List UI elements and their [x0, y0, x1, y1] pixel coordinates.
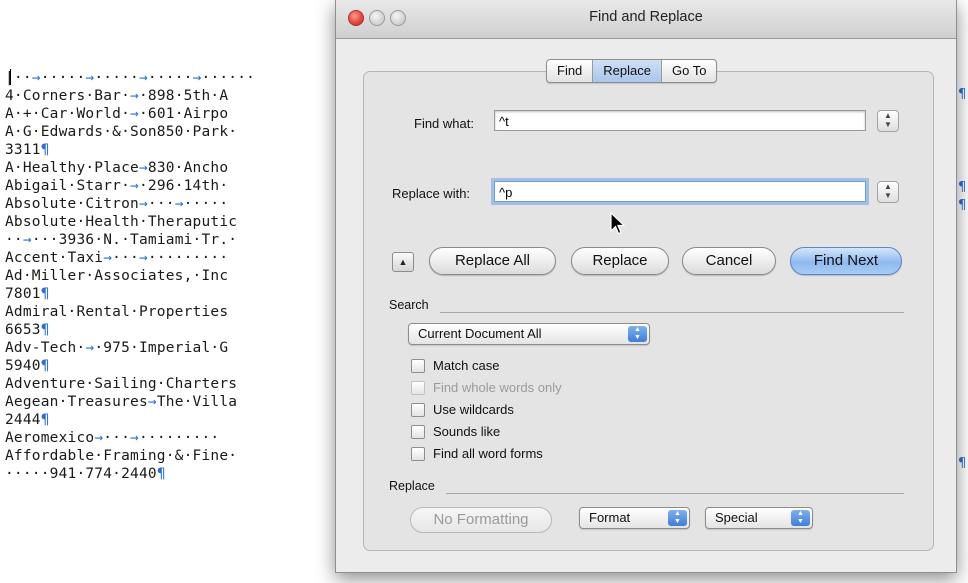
- checkbox-box: [411, 380, 425, 395]
- document-line: Aegean·Treasures→The·Villa: [5, 394, 238, 410]
- document-line: Absolute·Citron→···→·····: [5, 196, 229, 212]
- document-line: Admiral·Rental·Properties: [5, 304, 229, 320]
- whole-words-checkbox: Find whole words only: [411, 380, 562, 395]
- use-wildcards-checkbox[interactable]: Use wildcards: [411, 402, 514, 417]
- find-next-button[interactable]: Find Next: [790, 247, 902, 275]
- document-line: 7801¶: [5, 286, 50, 302]
- sounds-like-checkbox[interactable]: Sounds like: [411, 424, 500, 439]
- document-line: Abigail·Starr·→·296·14th·: [5, 178, 229, 194]
- document-line: Aeromexico→···→·········: [5, 430, 220, 446]
- option-label: Use wildcards: [433, 402, 514, 417]
- document-line: Adv-Tech·→·975·Imperial·G: [5, 340, 229, 356]
- search-scope-popup[interactable]: Current Document All ▲ ▼: [408, 323, 650, 345]
- search-scope-value: Current Document All: [418, 326, 542, 341]
- document-line: A·Healthy·Place→830·Ancho: [5, 160, 229, 176]
- document-line: 3311¶: [5, 142, 50, 158]
- document-line: Absolute·Health·Theraputic: [5, 214, 238, 230]
- special-popup[interactable]: Special ▲ ▼: [705, 507, 813, 529]
- replace-section-label: Replace: [389, 479, 435, 493]
- dialog-title: Find and Replace: [589, 9, 703, 25]
- popup-arrows-icon: ▲ ▼: [668, 510, 687, 526]
- document-line: 4·Corners·Bar·→·898·5th·A: [5, 88, 229, 104]
- document-line: Ad·Miller·Associates,·Inc: [5, 268, 229, 284]
- document-line: ·····941·774·2440¶: [5, 466, 166, 482]
- checkbox-box[interactable]: [411, 358, 425, 373]
- find-what-label: Find what:: [414, 116, 474, 131]
- format-popup[interactable]: Format ▲ ▼: [579, 507, 690, 529]
- document-top-line: |··→·····→·····→·····→······: [5, 70, 256, 86]
- document-line: Affordable·Framing·&·Fine·: [5, 448, 238, 464]
- document-line: ··→···3936·N.·Tamiami·Tr.·: [5, 232, 238, 248]
- document-line: 2444¶: [5, 412, 50, 428]
- document-line: 6653¶: [5, 322, 50, 338]
- replace-with-label: Replace with:: [392, 186, 471, 201]
- format-label: Format: [589, 510, 631, 525]
- tab-replace[interactable]: Replace: [593, 60, 662, 82]
- special-label: Special: [715, 510, 758, 525]
- replace-history-stepper[interactable]: ▲ ▼: [877, 181, 899, 203]
- match-case-checkbox[interactable]: Match case: [411, 358, 499, 373]
- document-line: Accent·Taxi→···→·········: [5, 250, 229, 266]
- document-line: A·G·Edwards·&·Son850·Park·: [5, 124, 238, 140]
- find-what-field[interactable]: ^t: [494, 110, 866, 131]
- tab-bar: Find Replace Go To: [546, 59, 718, 83]
- pilcrow-mark: ¶: [958, 198, 967, 213]
- checkbox-box[interactable]: [411, 424, 425, 439]
- no-formatting-button: No Formatting: [410, 507, 552, 533]
- replace-with-field[interactable]: ^p: [494, 181, 866, 202]
- dialog-panel: [363, 71, 934, 551]
- tab-go-to[interactable]: Go To: [662, 60, 716, 82]
- pilcrow-mark: ¶: [958, 87, 967, 102]
- replace-divider: [446, 493, 904, 494]
- checkbox-box[interactable]: [411, 446, 425, 461]
- replace-button[interactable]: Replace: [571, 247, 669, 275]
- document-line: 5940¶: [5, 358, 50, 374]
- find-history-stepper[interactable]: ▲ ▼: [877, 110, 899, 132]
- replace-all-button[interactable]: Replace All: [429, 247, 556, 275]
- search-divider: [440, 312, 904, 313]
- option-label: Find all word forms: [433, 446, 543, 461]
- popup-arrows-icon: ▲ ▼: [628, 326, 647, 342]
- option-label: Find whole words only: [433, 380, 562, 395]
- word-forms-checkbox[interactable]: Find all word forms: [411, 446, 543, 461]
- title-bar[interactable]: Find and Replace: [336, 0, 956, 39]
- collapse-options-button[interactable]: ▲: [392, 252, 414, 272]
- document-line: A·+·Car·World·→·601·Airpo: [5, 106, 229, 122]
- option-label: Match case: [433, 358, 500, 373]
- cancel-button[interactable]: Cancel: [682, 247, 776, 275]
- option-label: Sounds like: [433, 424, 501, 439]
- pilcrow-mark: ¶: [958, 180, 967, 195]
- tab-find[interactable]: Find: [547, 60, 594, 82]
- document-line: Adventure·Sailing·Charters: [5, 376, 238, 392]
- mouse-pointer-icon: [610, 212, 626, 235]
- search-section-label: Search: [389, 298, 429, 312]
- find-replace-dialog: Find and Replace Find Replace Go To Find…: [335, 0, 957, 573]
- popup-arrows-icon: ▲ ▼: [791, 510, 810, 526]
- pilcrow-mark: ¶: [958, 456, 967, 471]
- checkbox-box[interactable]: [411, 402, 425, 417]
